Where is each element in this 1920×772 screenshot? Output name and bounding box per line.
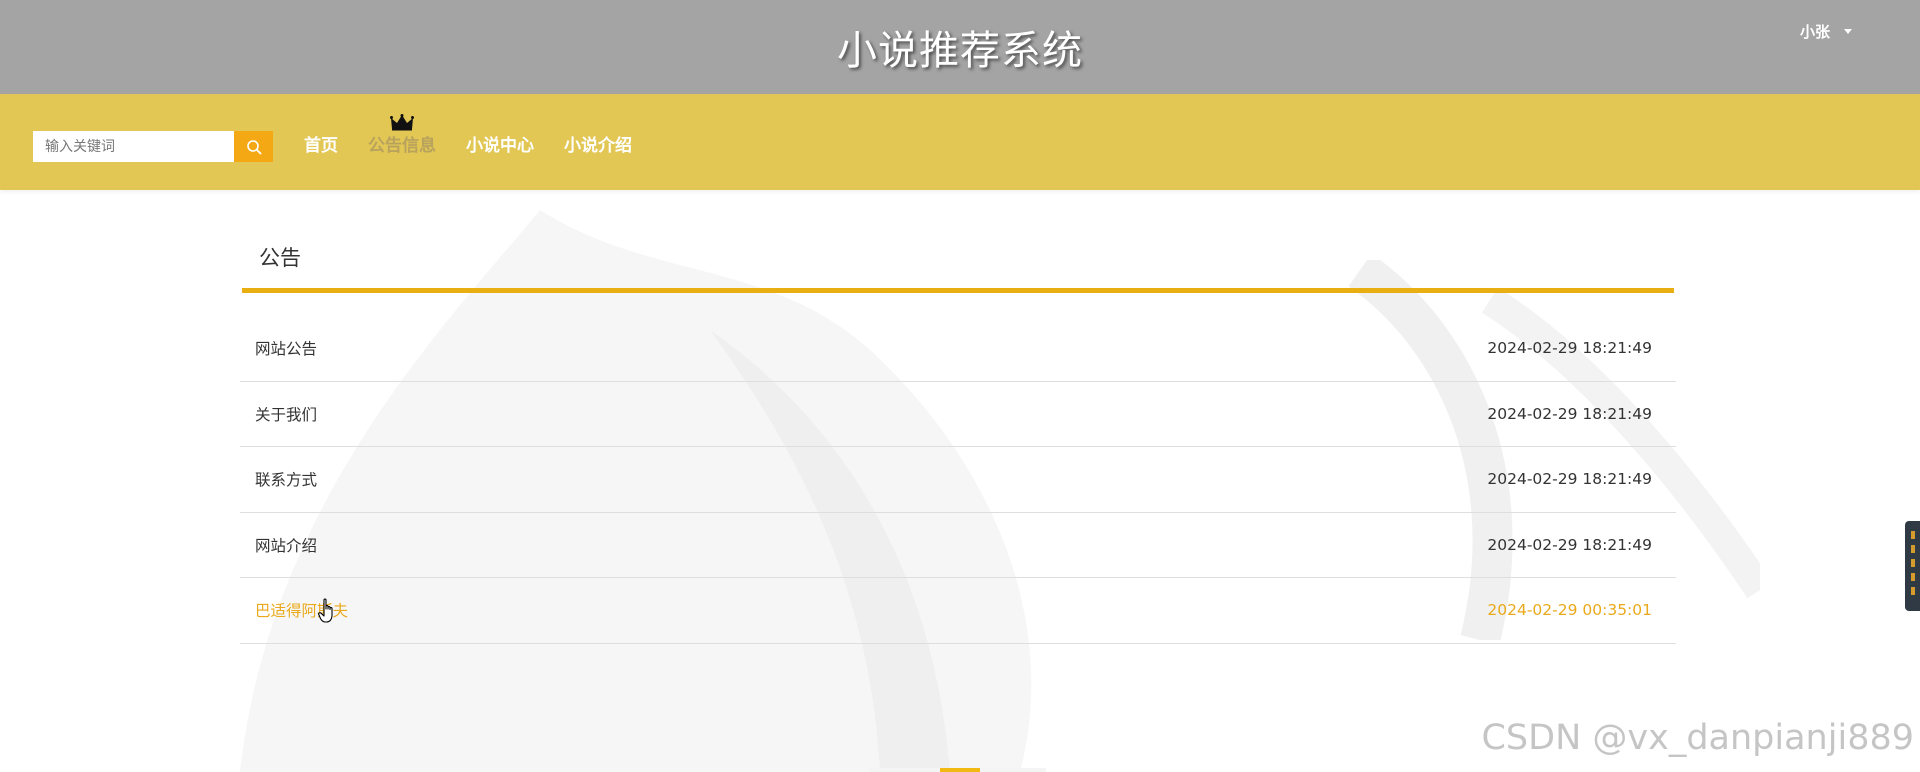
list-item[interactable]: 关于我们 2024-02-29 18:21:49 <box>240 382 1676 447</box>
notice-date: 2024-02-29 18:21:49 <box>1487 535 1652 554</box>
list-item[interactable]: 联系方式 2024-02-29 18:21:49 <box>240 447 1676 513</box>
notice-title: 巴适得阿斯夫 <box>255 602 349 621</box>
nav-item-notices[interactable]: 公告信息 <box>368 114 436 161</box>
nav-item-home[interactable]: 首页 <box>304 131 338 161</box>
chevron-down-icon <box>1844 29 1852 34</box>
notice-title: 关于我们 <box>255 405 318 424</box>
notice-date: 2024-02-29 00:35:01 <box>1487 601 1652 620</box>
search-button[interactable] <box>234 131 273 162</box>
bottom-accent-bar <box>870 768 1046 772</box>
panel-title-underline <box>242 288 1674 293</box>
notice-date: 2024-02-29 18:21:49 <box>1487 470 1652 489</box>
nav-item-label: 首页 <box>304 136 338 156</box>
watermark-text: CSDN @vx_danpianji889 <box>1481 718 1914 758</box>
site-title: 小说推荐系统 <box>837 28 1083 74</box>
notice-title: 网站介绍 <box>255 536 318 555</box>
nav-item-novel-center[interactable]: 小说中心 <box>466 131 534 161</box>
notice-list: 网站公告 2024-02-29 18:21:49 关于我们 2024-02-29… <box>240 316 1676 644</box>
list-item[interactable]: 巴适得阿斯夫 2024-02-29 00:35:01 <box>240 578 1676 644</box>
notice-title: 网站公告 <box>255 340 318 359</box>
list-item[interactable]: 网站公告 2024-02-29 18:21:49 <box>240 316 1676 382</box>
announcement-panel: 公告 网站公告 2024-02-29 18:21:49 关于我们 2024-02… <box>240 232 1676 644</box>
search-input[interactable] <box>33 131 234 162</box>
user-menu[interactable]: 小张 <box>1800 21 1852 42</box>
nav-bar: 首页 公告信息 小说中心 小说介绍 <box>0 94 1920 190</box>
list-item[interactable]: 网站介绍 2024-02-29 18:21:49 <box>240 513 1676 578</box>
nav-item-label: 公告信息 <box>368 136 436 156</box>
nav-item-label: 小说中心 <box>466 136 534 156</box>
top-header: 小说推荐系统 小张 <box>0 0 1920 94</box>
crown-icon <box>390 114 414 131</box>
notice-title: 联系方式 <box>255 471 318 490</box>
panel-title: 公告 <box>259 246 301 270</box>
user-name: 小张 <box>1799 23 1830 41</box>
notice-date: 2024-02-29 18:21:49 <box>1487 339 1652 358</box>
search-icon <box>246 139 261 154</box>
nav-item-novel-intro[interactable]: 小说介绍 <box>564 131 632 161</box>
search-box <box>33 131 273 162</box>
notice-date: 2024-02-29 18:21:49 <box>1487 404 1652 423</box>
side-floating-widget[interactable] <box>1905 521 1920 611</box>
nav-item-label: 小说介绍 <box>564 136 632 156</box>
main-nav: 首页 公告信息 小说中心 小说介绍 <box>304 114 632 161</box>
